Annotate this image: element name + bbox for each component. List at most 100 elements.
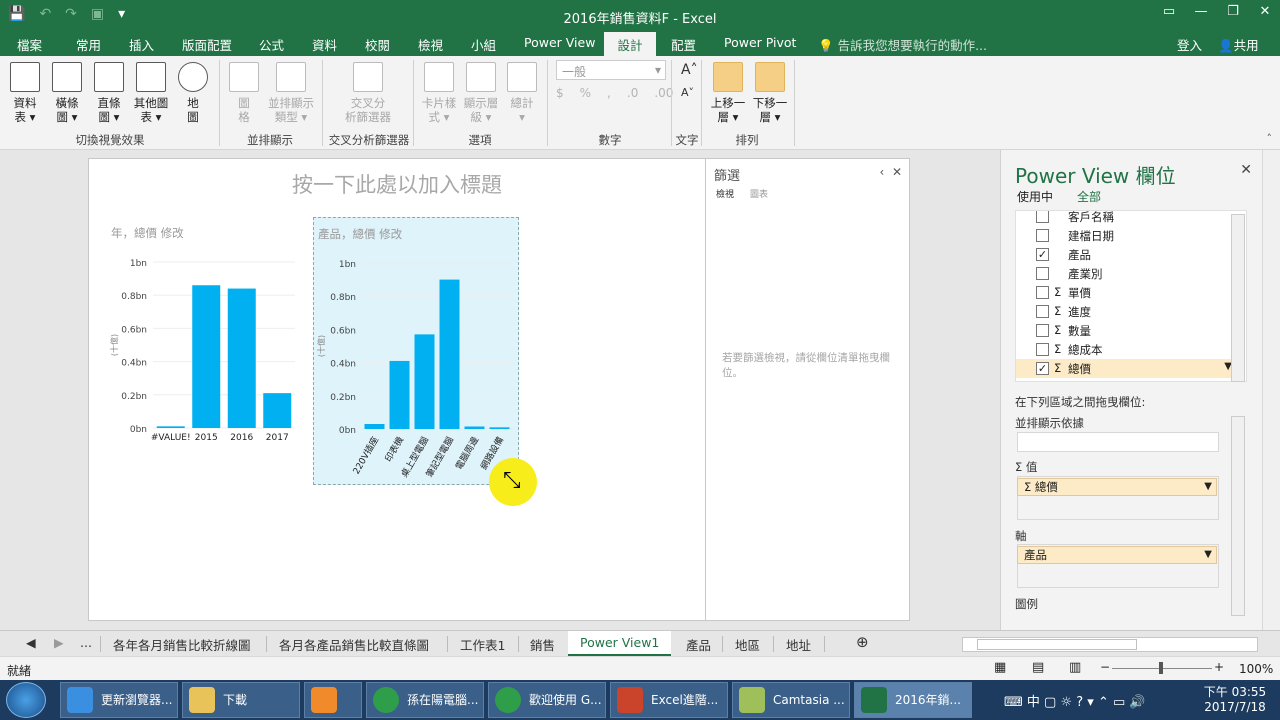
sheet-tab[interactable]: 產品 [686, 635, 711, 654]
field-checkbox[interactable] [1036, 305, 1049, 318]
field-item[interactable]: Σ 單價 [1016, 283, 1234, 302]
sheet-tab-more[interactable]: ... [80, 635, 92, 650]
restore-icon[interactable]: ❐ [1218, 0, 1248, 26]
totals-button[interactable]: 總計 ▾ [504, 62, 540, 124]
zoom-out-icon[interactable]: − [1100, 660, 1110, 674]
field-list-scrollbar[interactable] [1231, 214, 1245, 382]
taskbar-button-explorer[interactable]: 下載 [182, 682, 300, 718]
chevron-down-icon[interactable]: ▼ [1204, 479, 1212, 495]
field-item[interactable]: Σ 進度 [1016, 302, 1234, 321]
field-checkbox[interactable] [1036, 229, 1049, 242]
field-item[interactable]: Σ 數量 [1016, 321, 1234, 340]
tiles-button[interactable]: 圖格 [228, 62, 260, 124]
card-style-button[interactable]: 卡片樣式 ▾ [418, 62, 460, 124]
tab-team[interactable]: 小組 [471, 35, 496, 54]
tab-page-layout[interactable]: 版面配置 [182, 35, 232, 54]
tab-data[interactable]: 資料 [312, 35, 337, 54]
page-layout-icon[interactable]: ▤ [1032, 660, 1044, 675]
collapse-ribbon-icon[interactable]: ˄ [1267, 132, 1273, 145]
share-button[interactable]: 👤共用 [1218, 35, 1259, 54]
field-item[interactable]: 客戶名稱 [1016, 211, 1234, 226]
field-checkbox[interactable] [1036, 324, 1049, 337]
tab-home[interactable]: 常用 [76, 35, 101, 54]
taskbar-button-media[interactable] [304, 682, 362, 718]
field-checkbox[interactable] [1036, 267, 1049, 280]
sheet-tab[interactable]: 各年各月銷售比較折線圖 [113, 635, 251, 654]
tab-formulas[interactable]: 公式 [259, 35, 284, 54]
field-item[interactable]: Σ 總成本 [1016, 340, 1234, 359]
tray-icons[interactable]: ⌨ 中 ▢ ☼ ? ▾ ⌃ ▭ 🔊 [1004, 691, 1146, 710]
field-item[interactable]: ✓ 產品 [1016, 245, 1234, 264]
scroll-thumb[interactable] [977, 639, 1137, 650]
map-button[interactable]: 地圖 [176, 62, 210, 124]
show-levels-button[interactable]: 顯示層級 ▾ [460, 62, 502, 124]
tell-me-box[interactable]: 💡 告訴我您想要執行的動作... [818, 35, 987, 54]
tab-insert[interactable]: 插入 [129, 35, 154, 54]
field-item[interactable]: ✓ Σ 總價 ▼ [1016, 359, 1234, 378]
tab-file[interactable]: 檔案 [17, 35, 42, 54]
field-item[interactable]: 產業別 [1016, 264, 1234, 283]
taskbar-button-ie[interactable]: 更新瀏覽器... [60, 682, 178, 718]
tab-all-fields[interactable]: 全部 [1077, 188, 1101, 205]
send-backward-button[interactable]: 下移一層 ▾ [750, 62, 790, 124]
taskbar-button-powerpoint[interactable]: Excel進階... [610, 682, 728, 718]
filter-tab-chart[interactable]: 圖表 [750, 187, 768, 200]
axis-field-pill[interactable]: 產品 ▼ [1017, 546, 1217, 564]
taskbar-button-chrome-2[interactable]: 歡迎使用 G... [488, 682, 606, 718]
sheet-tab[interactable]: 銷售 [530, 635, 555, 654]
increase-font-icon[interactable]: A˄ [681, 62, 698, 78]
field-checkbox[interactable]: ✓ [1036, 362, 1049, 375]
taskbar-button-camtasia[interactable]: Camtasia ... [732, 682, 850, 718]
field-checkbox[interactable] [1036, 286, 1049, 299]
comma-icon[interactable]: , [607, 86, 611, 100]
tab-power-pivot[interactable]: Power Pivot [724, 35, 796, 50]
currency-icon[interactable]: $ [556, 86, 564, 100]
add-sheet-icon[interactable]: ⊕ [856, 633, 869, 651]
tab-view[interactable]: 檢視 [418, 35, 443, 54]
slicer-button[interactable]: 交叉分 析篩選器 [340, 62, 396, 124]
field-checkbox[interactable] [1036, 211, 1049, 223]
clock-time[interactable]: 下午 03:55 [1200, 683, 1270, 700]
page-break-icon[interactable]: ▥ [1069, 660, 1081, 675]
close-icon[interactable]: ✕ [1250, 0, 1280, 26]
sheet-vertical-scrollbar[interactable] [1262, 150, 1280, 630]
tab-review[interactable]: 校閱 [365, 35, 390, 54]
decrease-font-icon[interactable]: A˅ [681, 86, 694, 99]
sheet-tab[interactable]: 地址 [786, 635, 811, 654]
canvas-title-placeholder[interactable]: 按一下此處以加入標題 [89, 169, 705, 199]
tile-type-button[interactable]: 並排顯示 類型 ▾ [264, 62, 318, 124]
filter-tab-view[interactable]: 檢視 [716, 187, 734, 200]
tab-layout[interactable]: 配置 [671, 35, 696, 54]
chevron-down-icon[interactable]: ▼ [1204, 547, 1212, 563]
close-icon[interactable]: ✕ [892, 165, 902, 179]
sign-in-link[interactable]: 登入 [1177, 35, 1202, 54]
bring-forward-button[interactable]: 上移一層 ▾ [708, 62, 748, 124]
horizontal-scrollbar[interactable] [962, 637, 1258, 652]
minimize-icon[interactable]: — [1186, 0, 1216, 26]
normal-view-icon[interactable]: ▦ [994, 660, 1006, 675]
taskbar-button-chrome-1[interactable]: 孫在陽電腦... [366, 682, 484, 718]
next-sheet-icon[interactable]: ▶ [54, 635, 64, 650]
ribbon-display-icon[interactable]: ▭ [1154, 0, 1184, 26]
sheet-tab[interactable]: 工作表1 [460, 635, 505, 654]
tab-design[interactable]: 設計 [604, 32, 656, 56]
zoom-slider-handle[interactable] [1159, 662, 1163, 674]
zoom-level[interactable]: 100% [1239, 662, 1273, 676]
bar-chart-button[interactable]: 橫條圖 ▾ [50, 62, 84, 124]
collapse-icon[interactable]: ‹ [879, 165, 884, 179]
sheet-tab[interactable]: 地區 [735, 635, 760, 654]
field-item[interactable]: 建檔日期 [1016, 226, 1234, 245]
clock-date[interactable]: 2017/7/18 [1200, 700, 1270, 714]
other-chart-button[interactable]: 其他圖表 ▾ [132, 62, 170, 124]
increase-decimal-icon[interactable]: .0 [627, 86, 638, 100]
column-chart-button[interactable]: 直條圖 ▾ [92, 62, 126, 124]
tile-by-drop-zone[interactable] [1017, 432, 1219, 452]
sheet-tab[interactable]: 各月各產品銷售比較直條圖 [279, 635, 429, 654]
prev-sheet-icon[interactable]: ◀ [26, 635, 36, 650]
areas-scrollbar[interactable] [1231, 416, 1245, 616]
tab-power-view[interactable]: Power View [524, 35, 595, 50]
start-button[interactable] [6, 682, 46, 718]
chart-year-total[interactable]: 年，總價 修改 0bn 0.2bn 0.4bn 0.6bn 0.8bn 1bn (十億) #V… [107, 217, 299, 457]
sheet-tab-active[interactable]: Power View1 [568, 631, 672, 656]
chart-product-total[interactable]: 產品，總價 修改 0bn 0.2bn 0.4bn 0.6bn 0.8bn 1bn (十億) 2… [313, 217, 519, 485]
